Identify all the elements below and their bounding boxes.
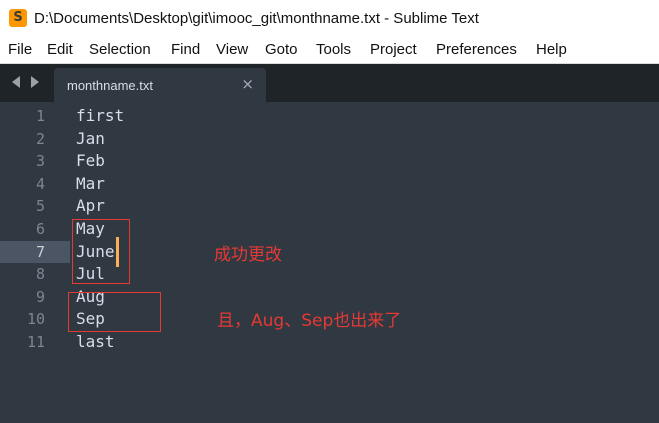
code-line[interactable]: 4 Mar xyxy=(0,173,659,196)
code-line[interactable]: 1 first xyxy=(0,105,659,128)
close-icon[interactable]: × xyxy=(241,75,254,93)
menu-view[interactable]: View xyxy=(216,41,248,58)
menu-preferences[interactable]: Preferences xyxy=(436,41,517,58)
menu-goto[interactable]: Goto xyxy=(265,41,298,58)
menu-project[interactable]: Project xyxy=(370,41,417,58)
code-line[interactable]: 3 Feb xyxy=(0,150,659,173)
line-number: 3 xyxy=(35,152,45,171)
menu-tools[interactable]: Tools xyxy=(316,41,351,58)
line-number: 8 xyxy=(35,265,45,284)
menu-edit[interactable]: Edit xyxy=(47,41,73,58)
line-text: last xyxy=(76,332,115,351)
line-number: 4 xyxy=(35,174,45,193)
sublime-app-icon: S xyxy=(9,9,27,27)
menu-selection[interactable]: Selection xyxy=(89,41,151,58)
line-number: 2 xyxy=(35,129,45,148)
menu-find[interactable]: Find xyxy=(171,41,200,58)
annotation-box-may-jul xyxy=(72,219,130,284)
line-number: 9 xyxy=(35,287,45,306)
line-text: first xyxy=(76,106,125,125)
tab-label: monthname.txt xyxy=(67,78,153,93)
line-number: 7 xyxy=(35,242,45,261)
annotation-note-success: 成功更改 xyxy=(214,245,282,265)
tab-monthname[interactable]: monthname.txt × xyxy=(54,68,266,102)
line-text: Jan xyxy=(76,128,105,148)
code-line[interactable]: 5 Apr xyxy=(0,195,659,218)
line-number: 6 xyxy=(35,220,45,238)
line-text: Feb xyxy=(76,151,105,171)
code-line[interactable]: 2 Jan xyxy=(0,128,659,151)
line-number: 5 xyxy=(35,197,45,216)
line-number: 11 xyxy=(26,333,45,351)
tab-scroll-right-icon[interactable] xyxy=(31,76,39,88)
code-line[interactable]: 11 last xyxy=(0,331,659,354)
line-number: 1 xyxy=(35,107,45,125)
line-text: Mar xyxy=(76,173,105,193)
tab-bar: monthname.txt × xyxy=(0,64,659,102)
menu-help[interactable]: Help xyxy=(536,41,567,58)
tab-scroll-left-icon[interactable] xyxy=(12,76,20,88)
annotation-note-aug-sep: 且，Aug、Sep也出来了 xyxy=(217,311,402,331)
title-bar: S D:\Documents\Desktop\git\imooc_git\mon… xyxy=(0,0,659,38)
line-number: 10 xyxy=(26,310,45,329)
window-title: D:\Documents\Desktop\git\imooc_git\month… xyxy=(34,10,479,27)
annotation-box-aug-sep xyxy=(68,292,161,332)
line-text: Apr xyxy=(76,196,105,216)
menu-bar: File Edit Selection Find View Goto Tools… xyxy=(0,38,659,64)
menu-file[interactable]: File xyxy=(8,41,32,58)
